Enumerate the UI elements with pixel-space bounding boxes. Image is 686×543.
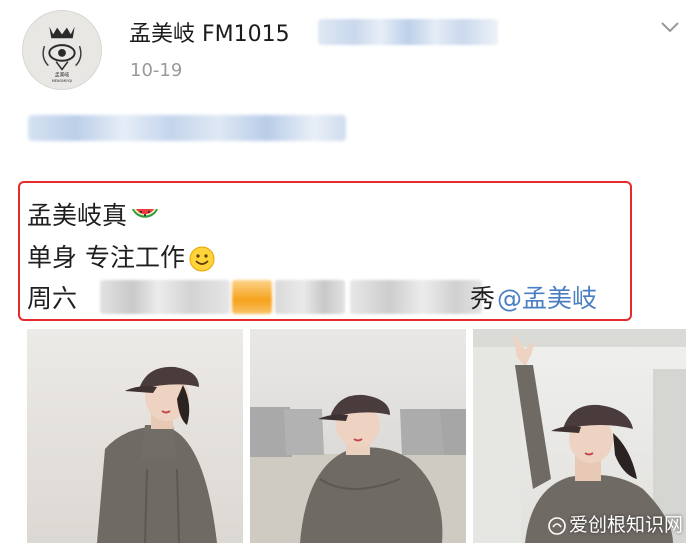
post-date: 10-19 (130, 60, 183, 81)
blurred-text-segment (100, 280, 230, 314)
mention-link[interactable]: @孟美岐 (497, 279, 597, 315)
blurred-orange-segment (232, 280, 272, 314)
photo-1[interactable] (27, 329, 243, 543)
post-line-1-text: 孟美岐真 (27, 201, 128, 230)
avatar-logo-icon: 孟美岐 MENGMEIQI (42, 26, 82, 83)
blurred-text-segment (350, 280, 482, 314)
blurred-username-region (318, 19, 498, 45)
watermark-logo-icon (548, 516, 566, 535)
author-name[interactable]: 孟美岐 FM1015 (129, 16, 290, 48)
photo-1-image (97, 366, 217, 543)
blurred-text-segment (275, 280, 345, 314)
watermelon-emoji-icon (132, 209, 159, 218)
blurred-text-region (28, 115, 346, 141)
post-line-2-text: 单身 专注工作 (27, 243, 185, 272)
avatar[interactable]: 孟美岐 MENGMEIQI (22, 10, 102, 90)
chevron-down-icon[interactable] (660, 20, 680, 34)
photo-2-image (250, 394, 466, 543)
post-line-3-prefix: 周六 (27, 284, 78, 313)
svg-text:孟美岐: 孟美岐 (55, 71, 70, 78)
post-line-1: 孟美岐真 (27, 196, 161, 232)
watermark: 爱创根知识网 (548, 510, 683, 537)
post-line-3-trail: 秀 (470, 284, 496, 313)
smiley-emoji-icon (189, 246, 215, 272)
svg-text:MENGMEIQI: MENGMEIQI (52, 79, 73, 83)
watermark-text: 爱创根知识网 (569, 514, 684, 536)
post-line-2: 单身 专注工作 (27, 238, 219, 274)
photo-2[interactable] (250, 329, 466, 543)
